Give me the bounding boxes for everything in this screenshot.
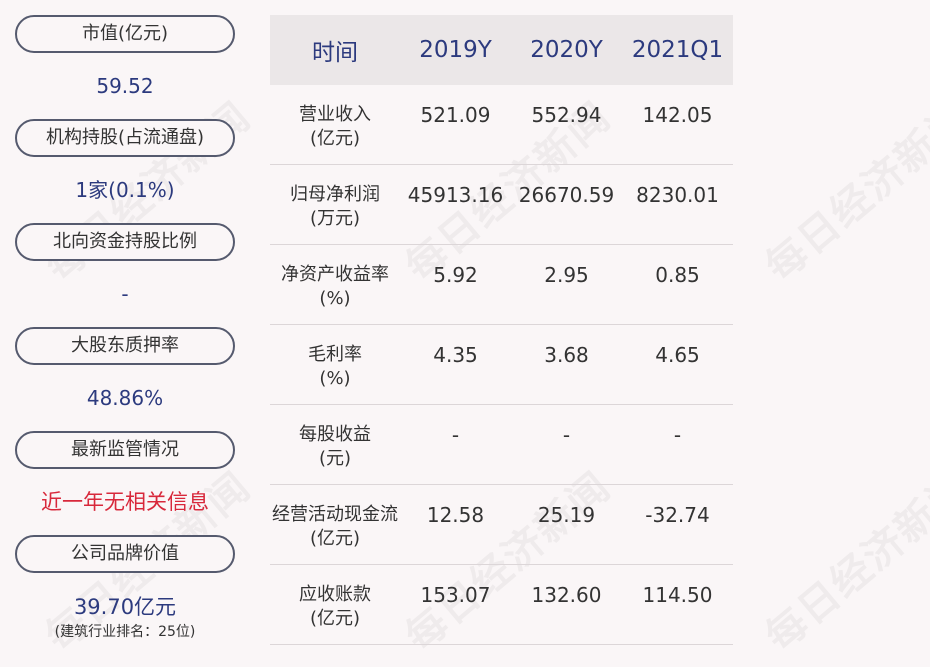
row-unit: (亿元) <box>309 528 361 549</box>
metric-value-market-cap: 59.52 <box>96 74 154 98</box>
watermark: 每日经济新闻 <box>757 93 930 291</box>
metric-label-market-cap: 市值(亿元) <box>15 15 235 53</box>
cell-value: -32.74 <box>645 503 710 527</box>
cell-value: 153.07 <box>420 583 491 607</box>
cell-value: 132.60 <box>531 583 602 607</box>
table-row: 净资产收益率 (%) 5.92 2.95 0.85 <box>270 245 733 325</box>
metric-label-institutional-holding: 机构持股(占流通盘) <box>15 119 235 157</box>
metric-label-brand-value: 公司品牌价值 <box>15 535 235 573</box>
cell-value: 142.05 <box>642 103 713 127</box>
row-label: 归母净利润 (万元) <box>270 183 400 231</box>
cell-value: 114.50 <box>642 583 713 607</box>
row-unit: (%) <box>319 288 351 309</box>
header-2019: 2019Y <box>419 37 492 63</box>
financial-table: 时间 2019Y 2020Y 2021Q1 营业收入 (亿元) 521.09 55… <box>270 15 733 645</box>
cell-value: 552.94 <box>531 103 602 127</box>
row-unit: (万元) <box>309 208 361 229</box>
header-2021q1: 2021Q1 <box>631 37 724 63</box>
brand-value-amount: 39.70亿元 <box>73 595 177 619</box>
row-name: 归母净利润 <box>290 184 380 205</box>
cell-value: 521.09 <box>420 103 491 127</box>
row-unit: (亿元) <box>309 128 361 149</box>
row-name: 应收账款 <box>299 584 371 605</box>
table-row: 营业收入 (亿元) 521.09 552.94 142.05 <box>270 85 733 165</box>
cell-value: - <box>562 423 571 447</box>
cell-value: 5.92 <box>433 263 478 287</box>
metric-label-regulatory-status: 最新监管情况 <box>15 431 235 469</box>
metric-label-northbound-holding: 北向资金持股比例 <box>15 223 235 261</box>
metric-value-pledge-ratio: 48.86% <box>86 386 164 410</box>
table-row: 经营活动现金流 (亿元) 12.58 25.19 -32.74 <box>270 485 733 565</box>
cell-value: 12.58 <box>426 503 485 527</box>
row-label: 应收账款 (亿元) <box>270 583 400 631</box>
row-name: 毛利率 <box>308 344 362 365</box>
row-unit: (元) <box>318 448 352 469</box>
cell-value: 0.85 <box>655 263 700 287</box>
header-time: 时间 <box>312 40 358 66</box>
metric-value-brand-value: 39.70亿元 (建筑行业排名：25位) <box>15 573 235 641</box>
cell-value: 4.65 <box>655 343 700 367</box>
header-2020: 2020Y <box>530 37 603 63</box>
cell-value: 4.35 <box>433 343 478 367</box>
cell-value: 25.19 <box>537 503 596 527</box>
table-row: 毛利率 (%) 4.35 3.68 4.65 <box>270 325 733 405</box>
table-row: 每股收益 (元) - - - <box>270 405 733 485</box>
cell-value: 3.68 <box>544 343 589 367</box>
metric-value-northbound-holding: - <box>121 282 129 306</box>
metric-value-institutional-holding: 1家(0.1%) <box>75 178 175 202</box>
cell-value: - <box>451 423 460 447</box>
row-unit: (亿元) <box>309 608 361 629</box>
table-header: 时间 2019Y 2020Y 2021Q1 <box>270 15 733 85</box>
table-row: 归母净利润 (万元) 45913.16 26670.59 8230.01 <box>270 165 733 245</box>
cell-value: - <box>673 423 682 447</box>
brand-value-rank-note: (建筑行业排名：25位) <box>54 624 196 640</box>
table-row: 应收账款 (亿元) 153.07 132.60 114.50 <box>270 565 733 645</box>
row-unit: (%) <box>319 368 351 389</box>
row-label: 营业收入 (亿元) <box>270 103 400 151</box>
cell-value: 2.95 <box>544 263 589 287</box>
row-name: 营业收入 <box>299 104 371 125</box>
watermark: 每日经济新闻 <box>757 463 930 661</box>
cell-value: 8230.01 <box>636 183 719 207</box>
row-name: 净资产收益率 <box>281 264 389 285</box>
row-label: 每股收益 (元) <box>270 423 400 471</box>
cell-value: 45913.16 <box>407 183 504 207</box>
row-name: 经营活动现金流 <box>272 504 398 525</box>
metric-value-regulatory-status: 近一年无相关信息 <box>41 490 209 514</box>
cell-value: 26670.59 <box>518 183 615 207</box>
metrics-panel: 市值(亿元) 59.52 机构持股(占流通盘) 1家(0.1%) 北向资金持股比… <box>15 15 235 641</box>
row-label: 经营活动现金流 (亿元) <box>270 503 400 551</box>
metric-label-pledge-ratio: 大股东质押率 <box>15 327 235 365</box>
row-label: 毛利率 (%) <box>270 343 400 391</box>
row-label: 净资产收益率 (%) <box>270 263 400 311</box>
row-name: 每股收益 <box>299 424 371 445</box>
